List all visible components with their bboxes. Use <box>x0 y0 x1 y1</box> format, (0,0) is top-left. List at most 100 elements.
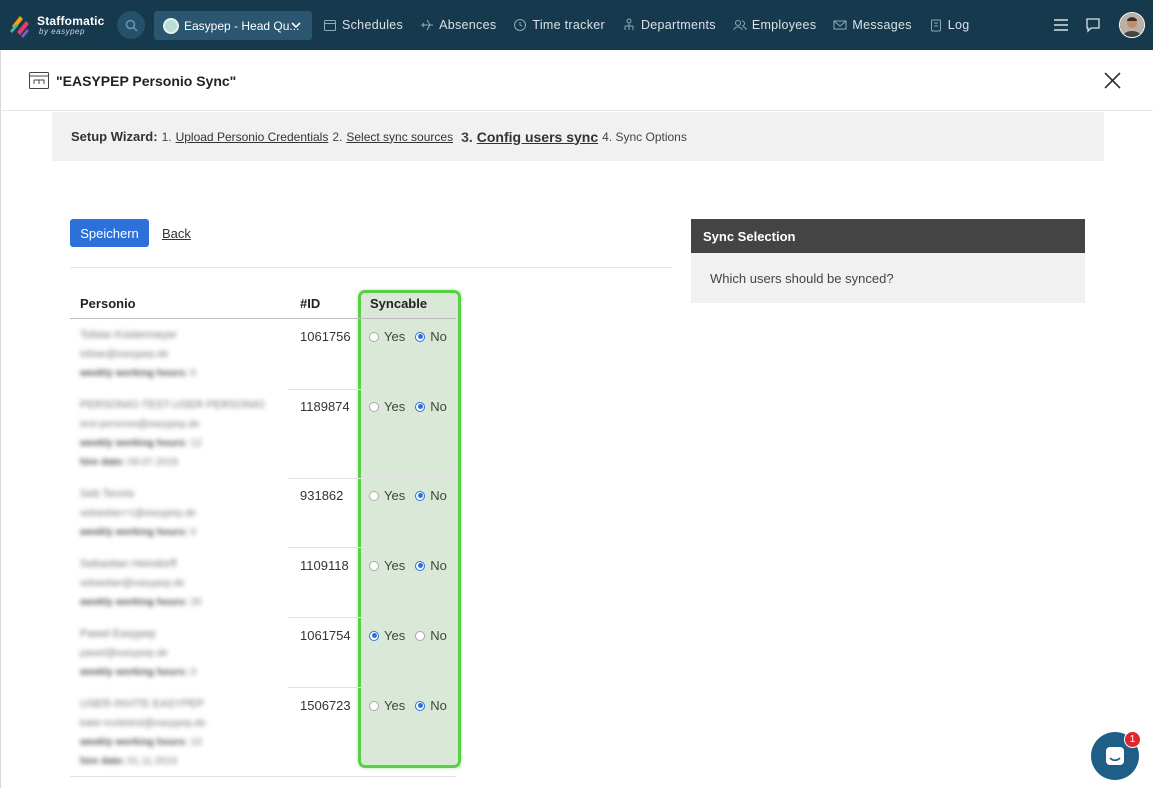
hours-label: weekly working hours: <box>80 527 188 538</box>
menu-button[interactable] <box>1053 18 1069 32</box>
close-icon[interactable] <box>1104 72 1121 89</box>
wizard-step-sync-options: 4. Sync Options <box>602 129 687 144</box>
brand-subtitle: by easypep <box>39 26 85 36</box>
wizard-step-upload-credentials[interactable]: Upload Personio Credentials <box>176 130 329 144</box>
syncable-radio-group: Yes No <box>369 488 447 503</box>
syncable-no-radio[interactable] <box>415 331 426 342</box>
hours-value: 0 <box>190 527 197 538</box>
syncable-yes-radio[interactable] <box>369 700 379 711</box>
hire-label: hire date: <box>80 457 126 468</box>
search-icon <box>125 19 138 32</box>
syncable-column-highlight <box>358 290 461 768</box>
brand[interactable]: Staffomatic by easypep <box>9 12 105 38</box>
departments-icon <box>624 18 634 30</box>
syncable-yes-radio[interactable] <box>369 490 379 501</box>
nav-absences[interactable]: Absences <box>420 18 496 32</box>
nav-log-label: Log <box>947 18 970 32</box>
row-id: 931862 <box>300 488 344 503</box>
nav-employees[interactable]: Employees <box>733 18 817 32</box>
wizard-step2-number: 2. <box>332 129 343 144</box>
row-personio-hire-date: hire date: 09.07.2019 <box>80 457 178 468</box>
calendar-icon <box>324 20 336 31</box>
row-divider <box>288 547 456 548</box>
row-divider <box>288 478 456 479</box>
plane-icon <box>421 19 434 31</box>
hours-value: 10 <box>190 737 202 748</box>
hours-value: 0 <box>190 667 197 678</box>
hamburger-menu-icon <box>1054 19 1068 31</box>
hours-value: 12 <box>190 438 202 449</box>
user-avatar[interactable] <box>1119 12 1145 38</box>
yes-label: Yes <box>384 329 406 344</box>
row-personio-hours: weekly working hours: 10 <box>80 737 202 748</box>
syncable-no-radio[interactable] <box>415 401 426 412</box>
nav-time-tracker-label: Time tracker <box>532 18 605 32</box>
syncable-radio-group: Yes No <box>369 558 447 573</box>
syncable-yes-radio[interactable] <box>369 331 379 342</box>
section-divider <box>70 267 672 268</box>
nav-time-tracker[interactable]: Time tracker <box>513 18 605 32</box>
clock-icon <box>514 19 527 31</box>
wizard-step-select-sources[interactable]: Select sync sources <box>346 130 453 144</box>
nav-search-button[interactable] <box>117 11 145 39</box>
row-divider <box>288 389 456 390</box>
no-label: No <box>430 488 447 503</box>
no-label: No <box>430 698 447 713</box>
location-label: Easypep - Head Qu... <box>184 18 300 33</box>
sync-selection-question: Which users should be synced? <box>710 271 894 286</box>
hours-label: weekly working hours: <box>80 368 188 379</box>
row-personio-name: Pawel Easypep <box>80 628 156 640</box>
chat-icon <box>1106 747 1124 765</box>
location-selector[interactable]: Easypep - Head Qu... <box>154 11 312 40</box>
wizard-step-config-users[interactable]: Config users sync <box>477 129 598 145</box>
syncable-no-radio[interactable] <box>415 630 426 641</box>
back-link[interactable]: Back <box>162 226 191 241</box>
row-personio-hours: weekly working hours: 0 <box>80 527 196 538</box>
yes-label: Yes <box>384 628 406 643</box>
nav-log[interactable]: Log <box>929 18 970 32</box>
row-personio-name: Seb Tennis <box>80 488 135 500</box>
row-personio-email: sebastian+1@easypep.de <box>80 508 197 519</box>
top-navbar: Staffomatic by easypep Easypep - Head Qu… <box>0 0 1153 50</box>
save-button[interactable]: Speichern <box>70 219 149 247</box>
setup-wizard-bar: Setup Wizard: 1. Upload Personio Credent… <box>52 112 1104 161</box>
syncable-yes-radio[interactable] <box>369 630 379 641</box>
yes-label: Yes <box>384 558 406 573</box>
row-divider <box>288 687 456 688</box>
row-divider <box>288 617 456 618</box>
modal-title: "EASYPEP Personio Sync" <box>56 73 237 89</box>
row-personio-name: PERSONIO-TEST-USER PERSONIO <box>80 399 265 411</box>
row-personio-email: test-personio@easypep.de <box>80 419 200 430</box>
no-label: No <box>430 329 447 344</box>
hours-label: weekly working hours: <box>80 597 188 608</box>
syncable-yes-radio[interactable] <box>369 401 379 412</box>
row-personio-hire-date: hire date: 01.11.2019 <box>80 756 177 767</box>
chat-nav-button[interactable] <box>1085 17 1101 33</box>
no-label: No <box>430 628 447 643</box>
yes-label: Yes <box>384 488 406 503</box>
row-personio-hours: weekly working hours: 12 <box>80 438 202 449</box>
hours-value: 0 <box>190 368 197 379</box>
syncable-no-radio[interactable] <box>415 490 426 501</box>
syncable-radio-group: Yes No <box>369 329 447 344</box>
brand-name: Staffomatic <box>37 13 105 28</box>
row-personio-email: tobias@easypep.de <box>80 349 169 360</box>
yes-label: Yes <box>384 698 406 713</box>
row-personio-hours: weekly working hours: 0 <box>80 368 196 379</box>
syncable-yes-radio[interactable] <box>369 560 379 571</box>
row-personio-email: katie-invitetest@easypep.de <box>80 718 206 729</box>
no-label: No <box>430 399 447 414</box>
chat-notification-badge: 1 <box>1124 731 1141 748</box>
wizard-step1-number: 1. <box>161 129 172 144</box>
syncable-no-radio[interactable] <box>415 560 426 571</box>
nav-absences-label: Absences <box>439 18 497 32</box>
chevron-down-icon <box>291 22 301 29</box>
nav-messages[interactable]: Messages <box>833 18 911 32</box>
yes-label: Yes <box>384 399 406 414</box>
sync-selection-panel: Sync Selection Which users should be syn… <box>691 219 1085 303</box>
syncable-no-radio[interactable] <box>415 700 426 711</box>
nav-schedules[interactable]: Schedules <box>323 18 403 32</box>
nav-departments[interactable]: Departments <box>622 18 716 32</box>
hours-label: weekly working hours: <box>80 438 188 449</box>
users-icon <box>733 20 747 31</box>
